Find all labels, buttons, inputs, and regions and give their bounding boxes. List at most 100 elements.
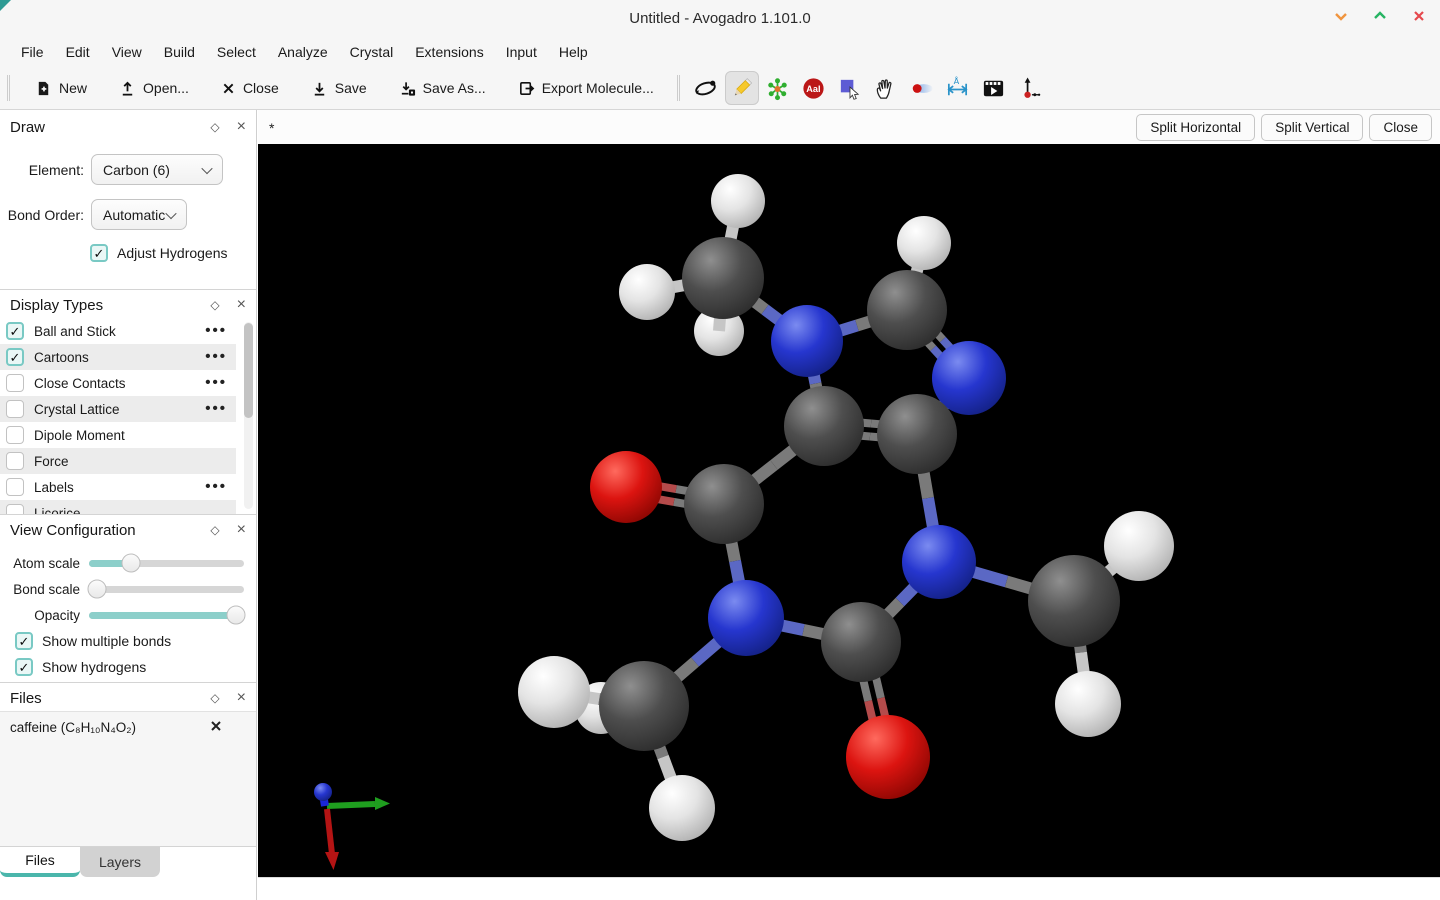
3d-viewport[interactable] (258, 144, 1440, 877)
menu-analyze[interactable]: Analyze (267, 40, 339, 64)
checkbox[interactable] (6, 478, 24, 496)
align-tool[interactable] (1013, 71, 1047, 105)
split-horizontal-button[interactable]: Split Horizontal (1136, 114, 1255, 141)
atom-N[interactable] (708, 580, 784, 656)
close-window-button[interactable] (1410, 9, 1428, 27)
float-panel-icon[interactable]: ◇ (210, 120, 219, 134)
atom-C[interactable] (1028, 555, 1120, 647)
atom-C[interactable] (684, 464, 764, 544)
options-dots-button[interactable]: ••• (205, 483, 227, 491)
slider-handle[interactable] (87, 580, 106, 599)
checkbox[interactable] (6, 400, 24, 418)
atom-H[interactable] (518, 656, 590, 728)
minimize-button[interactable] (1332, 9, 1350, 27)
atom-N[interactable] (902, 525, 976, 599)
tab-layers[interactable]: Layers (80, 847, 160, 877)
atom-C[interactable] (599, 661, 689, 751)
display-type-row-licorice[interactable]: Licorice (0, 500, 236, 515)
checkbox[interactable] (6, 374, 24, 392)
atom-H[interactable] (619, 264, 675, 320)
atom-N[interactable] (771, 305, 843, 377)
display-type-row-force[interactable]: Force (0, 448, 236, 474)
measure-tool[interactable]: Å (941, 71, 975, 105)
animation-tool[interactable] (977, 71, 1011, 105)
menu-file[interactable]: File (10, 40, 55, 64)
atom-C[interactable] (867, 270, 947, 350)
options-dots-button[interactable]: ••• (205, 353, 227, 361)
bond-scale-slider[interactable] (89, 586, 244, 593)
scrollbar-thumb[interactable] (244, 323, 253, 418)
checkbox[interactable]: ✓ (15, 632, 33, 650)
float-panel-icon[interactable]: ◇ (210, 523, 219, 537)
tab-files[interactable]: Files (0, 847, 80, 877)
atom-H[interactable] (649, 775, 715, 841)
menu-crystal[interactable]: Crystal (339, 40, 405, 64)
selection-tool[interactable] (833, 71, 867, 105)
opacity-slider[interactable] (89, 612, 244, 619)
options-dots-button[interactable]: ••• (205, 327, 227, 335)
display-type-row-crystal-lattice[interactable]: Crystal Lattice••• (0, 396, 236, 422)
remove-file-icon[interactable] (210, 719, 222, 735)
adjust-hydrogens-checkbox[interactable]: ✓ (90, 244, 108, 262)
close-file-button[interactable]: Close (212, 74, 288, 102)
menu-select[interactable]: Select (206, 40, 267, 64)
new-button[interactable]: New (26, 74, 96, 103)
atom-C[interactable] (784, 386, 864, 466)
bond-order-dropdown[interactable]: Automatic (91, 199, 187, 230)
save-as-button[interactable]: Save As... (390, 74, 495, 103)
manipulate-tool[interactable] (869, 71, 903, 105)
menu-help[interactable]: Help (548, 40, 599, 64)
menu-extensions[interactable]: Extensions (404, 40, 494, 64)
checkbox[interactable]: ✓ (15, 658, 33, 676)
slider-handle[interactable] (121, 554, 140, 573)
options-dots-button[interactable]: ••• (205, 405, 227, 413)
menu-build[interactable]: Build (153, 40, 206, 64)
template-tool[interactable] (761, 71, 795, 105)
float-panel-icon[interactable]: ◇ (210, 691, 219, 705)
atom-H[interactable] (1055, 671, 1121, 737)
element-dropdown[interactable]: Carbon (6) (91, 154, 223, 185)
checkbox[interactable]: ✓ (6, 348, 24, 366)
display-type-row-dipole-moment[interactable]: Dipole Moment (0, 422, 236, 448)
atom-H[interactable] (711, 174, 765, 228)
file-entry[interactable]: caffeine (C₈H₁₀N₄O₂) (0, 712, 256, 742)
checkbox[interactable] (6, 504, 24, 515)
checkbox[interactable] (6, 426, 24, 444)
atom-H[interactable] (897, 216, 951, 270)
display-type-row-labels[interactable]: Labels••• (0, 474, 236, 500)
draw-tool[interactable] (725, 71, 759, 105)
display-types-scrollbar[interactable] (244, 322, 253, 509)
split-vertical-button[interactable]: Split Vertical (1261, 114, 1363, 141)
checkbox-row-show-multiple-bonds[interactable]: ✓Show multiple bonds (15, 628, 244, 654)
toolbar-handle[interactable] (7, 75, 10, 101)
open-button[interactable]: Open... (110, 74, 198, 103)
atom-H[interactable] (1104, 511, 1174, 581)
float-panel-icon[interactable]: ◇ (210, 298, 219, 312)
options-dots-button[interactable]: ••• (205, 379, 227, 387)
save-button[interactable]: Save (302, 74, 376, 103)
menu-edit[interactable]: Edit (55, 40, 101, 64)
maximize-button[interactable] (1371, 9, 1389, 27)
export-molecule-button[interactable]: Export Molecule... (509, 74, 663, 103)
bond-centric-tool[interactable] (905, 71, 939, 105)
display-type-row-ball-and-stick[interactable]: ✓Ball and Stick••• (0, 318, 236, 344)
navigate-tool[interactable] (689, 71, 723, 105)
menu-view[interactable]: View (101, 40, 153, 64)
atom-C[interactable] (821, 602, 901, 682)
close-panel-icon[interactable]: × (237, 522, 246, 538)
close-panel-icon[interactable]: × (237, 297, 246, 313)
display-type-row-cartoons[interactable]: ✓Cartoons••• (0, 344, 236, 370)
atom-scale-slider[interactable] (89, 560, 244, 567)
checkbox[interactable] (6, 452, 24, 470)
close-view-button[interactable]: Close (1369, 114, 1432, 141)
close-panel-icon[interactable]: × (237, 119, 246, 135)
atom-C[interactable] (877, 394, 957, 474)
atom-O[interactable] (846, 715, 930, 799)
atom-C[interactable] (682, 237, 764, 319)
atom-O[interactable] (590, 451, 662, 523)
close-panel-icon[interactable]: × (237, 690, 246, 706)
display-type-row-close-contacts[interactable]: Close Contacts••• (0, 370, 236, 396)
checkbox[interactable]: ✓ (6, 322, 24, 340)
label-tool[interactable]: AaI (797, 71, 831, 105)
menu-input[interactable]: Input (495, 40, 548, 64)
